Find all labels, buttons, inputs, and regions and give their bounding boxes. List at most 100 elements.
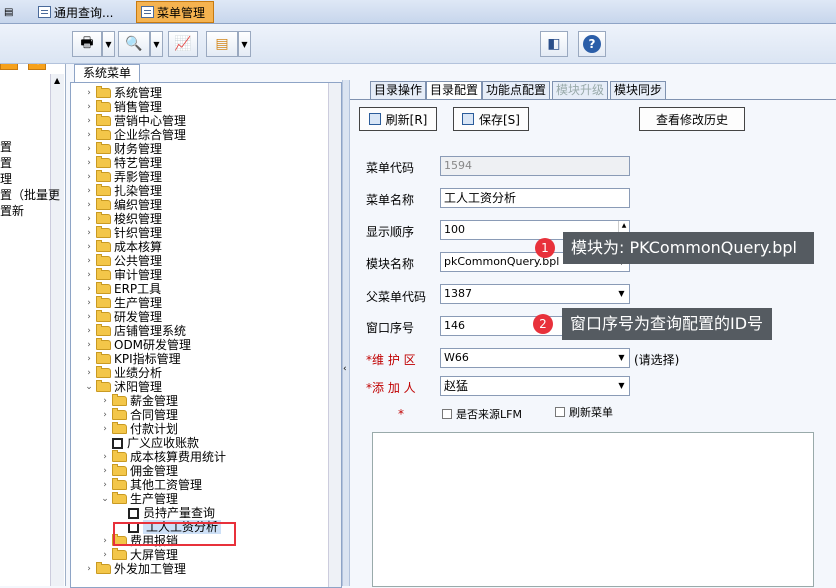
tree-node[interactable]: 广义应收账款	[101, 436, 199, 450]
tree-node[interactable]: › 扎染管理	[85, 184, 162, 198]
tree-node[interactable]: ⌄ 沭阳管理	[85, 380, 162, 394]
tree-scrollbar[interactable]	[328, 83, 341, 587]
tree-node[interactable]: ⌄ 生产管理	[101, 492, 178, 506]
expand-icon[interactable]: ›	[85, 100, 93, 114]
tab-catalog-config[interactable]: 目录配置	[426, 81, 483, 100]
expand-icon[interactable]: ›	[101, 422, 109, 436]
left-item[interactable]: 理	[0, 170, 12, 187]
expand-icon[interactable]: ›	[101, 408, 109, 422]
expand-icon[interactable]: ›	[101, 548, 109, 562]
chevron-down-icon[interactable]: ▼	[614, 377, 629, 395]
preview-button[interactable]: 🔍	[118, 31, 150, 57]
expand-icon[interactable]: ›	[85, 366, 93, 380]
save-button[interactable]: 保存[S]	[453, 107, 529, 131]
tab-system-menu[interactable]: 系统菜单	[74, 64, 141, 83]
tree-node[interactable]: › KPI指标管理	[85, 352, 181, 366]
tree-node[interactable]: 员持产量查询	[117, 506, 215, 520]
expand-icon[interactable]: ›	[85, 254, 93, 268]
left-scrollbar[interactable]: ▲	[50, 74, 64, 586]
tab-module-sync[interactable]: 模块同步	[610, 81, 667, 100]
expand-icon[interactable]: ›	[85, 310, 93, 324]
collapse-icon[interactable]: ⌄	[101, 492, 109, 506]
tree-node[interactable]: › 审计管理	[85, 268, 162, 282]
print-button[interactable]: 🖶	[72, 31, 102, 57]
tree-node[interactable]: › ODM研发管理	[85, 338, 191, 352]
refresh-menu-checkbox[interactable]	[555, 407, 565, 417]
layout-dropdown[interactable]: ▼	[238, 31, 251, 57]
tree-node[interactable]: › 营销中心管理	[85, 114, 186, 128]
tree-node[interactable]: › 成本核算费用统计	[101, 450, 226, 464]
expand-icon[interactable]: ›	[85, 212, 93, 226]
left-item[interactable]: 置	[0, 138, 12, 155]
expand-icon[interactable]: ›	[85, 142, 93, 156]
left-item[interactable]: 置	[0, 154, 12, 171]
window-button[interactable]: ◧	[540, 31, 568, 57]
tree-node[interactable]: › 成本核算	[85, 240, 162, 254]
tree-node[interactable]: › 大屏管理	[101, 548, 178, 562]
left-item[interactable]: 置新	[0, 202, 24, 219]
tree-node[interactable]: › 梭织管理	[85, 212, 162, 226]
tab-menu-management[interactable]: 菜单管理	[136, 1, 214, 23]
preview-dropdown[interactable]: ▼	[150, 31, 163, 57]
parent-code-field[interactable]: 1387 ▼	[440, 284, 630, 304]
chevron-down-icon[interactable]: ▼	[614, 349, 629, 367]
tab-catalog-operation[interactable]: 目录操作	[370, 81, 427, 100]
refresh-button[interactable]: 刷新[R]	[359, 107, 437, 131]
chevron-down-icon[interactable]: ▼	[614, 285, 629, 303]
expand-icon[interactable]: ›	[85, 128, 93, 142]
menu-name-field[interactable]: 工人工资分析	[440, 188, 630, 208]
tree-node[interactable]: › 其他工资管理	[101, 478, 202, 492]
tree-node[interactable]: › 店铺管理系统	[85, 324, 186, 338]
expand-icon[interactable]: ›	[85, 268, 93, 282]
tab-common-query[interactable]: 通用查询...	[34, 1, 134, 23]
layout-button[interactable]: ▤	[206, 31, 238, 57]
pane-splitter[interactable]: ‹	[342, 80, 350, 586]
expand-icon[interactable]: ›	[85, 282, 93, 296]
tree-node[interactable]: › ERP工具	[85, 282, 161, 296]
tree-node[interactable]: › 财务管理	[85, 142, 162, 156]
tree-node[interactable]: › 外发加工管理	[85, 562, 186, 576]
maintain-area-field[interactable]: W66 ▼	[440, 348, 630, 368]
adder-field[interactable]: 赵猛 ▼	[440, 376, 630, 396]
expand-icon[interactable]: ›	[85, 184, 93, 198]
tree-node[interactable]: › 佣金管理	[101, 464, 178, 478]
tree-node[interactable]: › 编织管理	[85, 198, 162, 212]
remarks-area[interactable]	[372, 432, 814, 587]
expand-icon[interactable]: ›	[85, 156, 93, 170]
expand-icon[interactable]: ›	[85, 296, 93, 310]
tree-node[interactable]: › 生产管理	[85, 296, 162, 310]
left-item[interactable]: 置（批量更	[0, 186, 60, 203]
design-button[interactable]: 📈	[168, 31, 198, 57]
expand-icon[interactable]: ›	[101, 450, 109, 464]
collapse-icon[interactable]: ⌄	[85, 380, 93, 394]
expand-icon[interactable]: ›	[101, 464, 109, 478]
tab-overflow[interactable]: ▤	[0, 1, 28, 23]
tree-node[interactable]: › 企业综合管理	[85, 128, 186, 142]
expand-icon[interactable]: ›	[101, 478, 109, 492]
view-history-button[interactable]: 查看修改历史	[639, 107, 745, 131]
tree-node[interactable]: › 研发管理	[85, 310, 162, 324]
tree-node[interactable]: › 业绩分析	[85, 366, 162, 380]
tree-node[interactable]: › 弄影管理	[85, 170, 162, 184]
collapse-left-icon[interactable]: ‹	[343, 364, 347, 374]
expand-icon[interactable]: ›	[85, 170, 93, 184]
expand-icon[interactable]: ›	[85, 324, 93, 338]
expand-icon[interactable]: ›	[85, 226, 93, 240]
expand-icon[interactable]: ›	[101, 394, 109, 408]
expand-icon[interactable]: ›	[85, 86, 93, 100]
tree-node[interactable]: › 特艺管理	[85, 156, 162, 170]
tree-node[interactable]: › 针织管理	[85, 226, 162, 240]
expand-icon[interactable]: ›	[85, 338, 93, 352]
tree-node[interactable]: › 公共管理	[85, 254, 162, 268]
tree-node[interactable]: › 合同管理	[101, 408, 178, 422]
expand-icon[interactable]: ›	[85, 240, 93, 254]
expand-icon[interactable]: ›	[101, 534, 109, 548]
expand-icon[interactable]: ›	[85, 562, 93, 576]
expand-icon[interactable]: ›	[85, 352, 93, 366]
help-button[interactable]: ?	[578, 31, 606, 57]
tree-node[interactable]: › 销售管理	[85, 100, 162, 114]
tree-node[interactable]: › 薪金管理	[101, 394, 178, 408]
tab-function-config[interactable]: 功能点配置	[482, 81, 551, 100]
tree-node[interactable]: › 付款计划	[101, 422, 178, 436]
expand-icon[interactable]: ›	[85, 114, 93, 128]
